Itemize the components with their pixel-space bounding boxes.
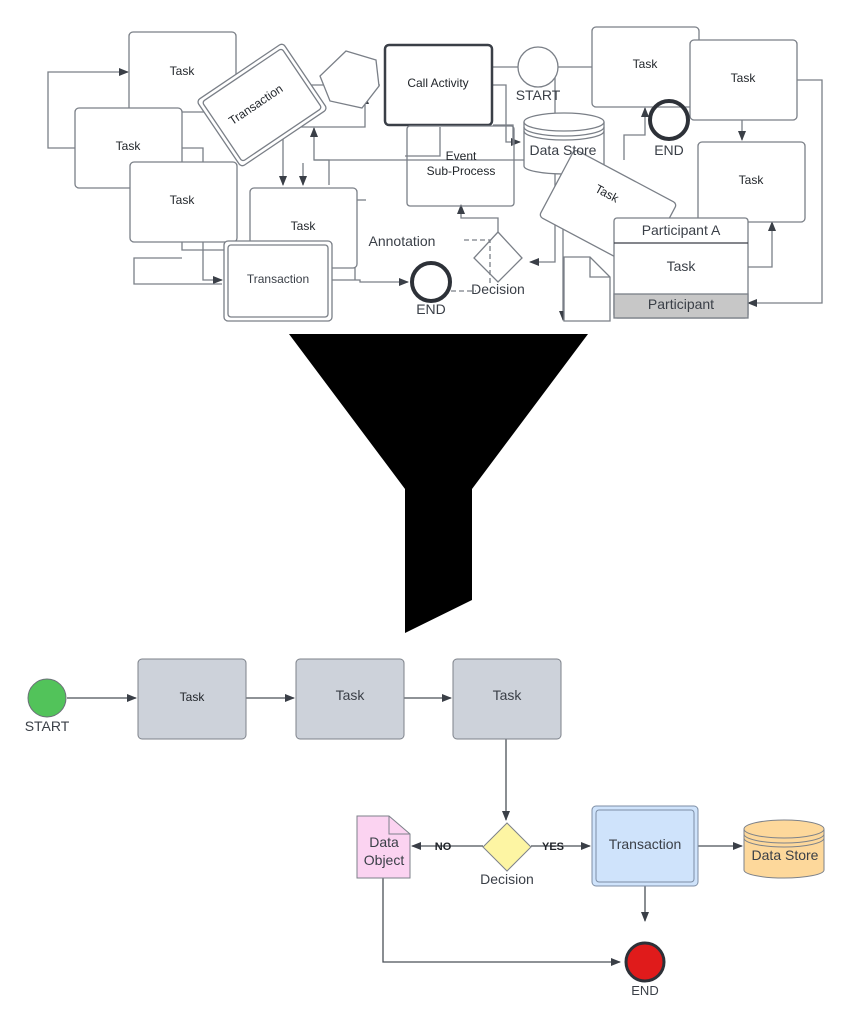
transaction-label: Transaction (247, 272, 309, 286)
task-label: Task (170, 64, 196, 78)
data-object-label-2: Object (364, 852, 405, 868)
start-label: START (25, 718, 70, 734)
data-store-label: Data Store (530, 142, 597, 158)
task-label: Task (633, 57, 659, 71)
annotation-label: Annotation (369, 233, 436, 249)
decision-diamond (482, 822, 532, 872)
pool-task-label: Task (667, 258, 697, 274)
start-event (517, 46, 559, 88)
task-label: Task (731, 71, 757, 85)
clean-diagram: START Task Task Task Decision NO YES Dat… (25, 658, 825, 998)
decision-label: Decision (480, 871, 534, 887)
data-object-label-1: Data (369, 834, 399, 850)
event-subprocess-label-1: Event (446, 149, 477, 163)
pool-footer-label: Participant (648, 296, 714, 312)
transaction-label: Transaction (609, 836, 682, 852)
end-event (410, 261, 452, 303)
pool-header-label: Participant A (642, 222, 721, 238)
task-label: Task (116, 139, 142, 153)
start-event (27, 678, 67, 718)
task-label: Task (739, 173, 765, 187)
decision-label: Decision (471, 281, 525, 297)
end-event (624, 941, 666, 983)
call-activity-label: Call Activity (407, 76, 468, 90)
task-label: Task (291, 219, 317, 233)
end-label: END (416, 301, 446, 317)
task-label: Task (493, 687, 523, 703)
diagram-canvas: Task Task Task Task Task Task Task Trans… (25, 26, 825, 998)
funnel-icon (289, 334, 588, 633)
start-label: START (516, 87, 561, 103)
task-label: Task (180, 690, 206, 704)
end-label: END (631, 983, 658, 998)
event-subprocess-label-2: Sub-Process (427, 164, 496, 178)
end-label: END (654, 142, 684, 158)
yes-label: YES (542, 841, 564, 853)
task-label: Task (170, 193, 196, 207)
data-store-label: Data Store (752, 847, 819, 863)
task-label: Task (336, 687, 366, 703)
document-shape (563, 256, 611, 322)
no-label: NO (435, 841, 452, 853)
hexagon-shape (319, 50, 380, 109)
